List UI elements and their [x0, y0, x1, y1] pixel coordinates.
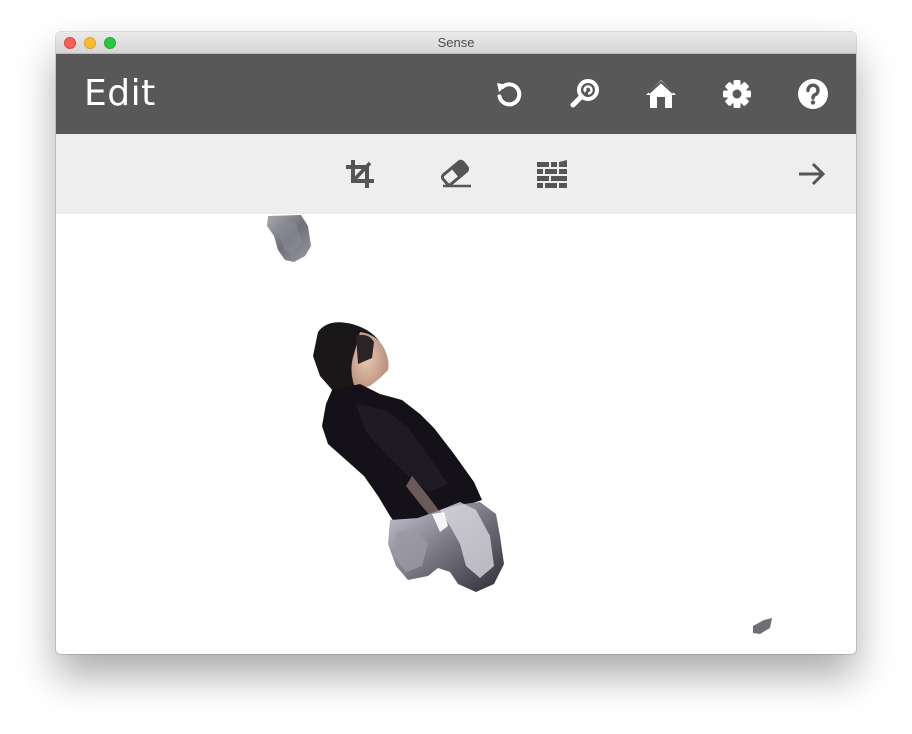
home-icon — [646, 80, 676, 108]
undo-button[interactable] — [491, 76, 527, 112]
home-button[interactable] — [643, 76, 679, 112]
next-button[interactable] — [794, 156, 830, 192]
edit-toolbar — [56, 134, 856, 214]
brick-wall-icon — [537, 160, 567, 188]
eraser-icon — [440, 159, 471, 188]
scan-person — [313, 322, 504, 592]
eraser-button[interactable] — [438, 156, 474, 192]
gear-icon — [723, 80, 751, 108]
window-title: Sense — [437, 35, 475, 50]
scan-mesh-view — [267, 215, 772, 634]
undo-icon — [497, 82, 522, 107]
crop-button[interactable] — [342, 156, 378, 192]
title-bar[interactable]: Sense — [56, 32, 856, 54]
scan-viewport[interactable] — [56, 214, 856, 654]
solidify-button[interactable] — [534, 156, 570, 192]
scan-fragment-bottom — [753, 618, 772, 634]
zoom-search-icon — [570, 79, 599, 108]
zoom-button[interactable] — [567, 76, 603, 112]
settings-button[interactable] — [719, 76, 755, 112]
crop-icon — [346, 160, 374, 188]
arrow-right-icon — [799, 162, 826, 186]
page-title: Edit — [84, 73, 156, 114]
header-bar: Edit — [56, 54, 856, 134]
help-icon — [798, 79, 828, 109]
app-window: Sense Edit — [56, 32, 856, 654]
scan-fragment-top — [267, 215, 311, 262]
help-button[interactable] — [795, 76, 831, 112]
